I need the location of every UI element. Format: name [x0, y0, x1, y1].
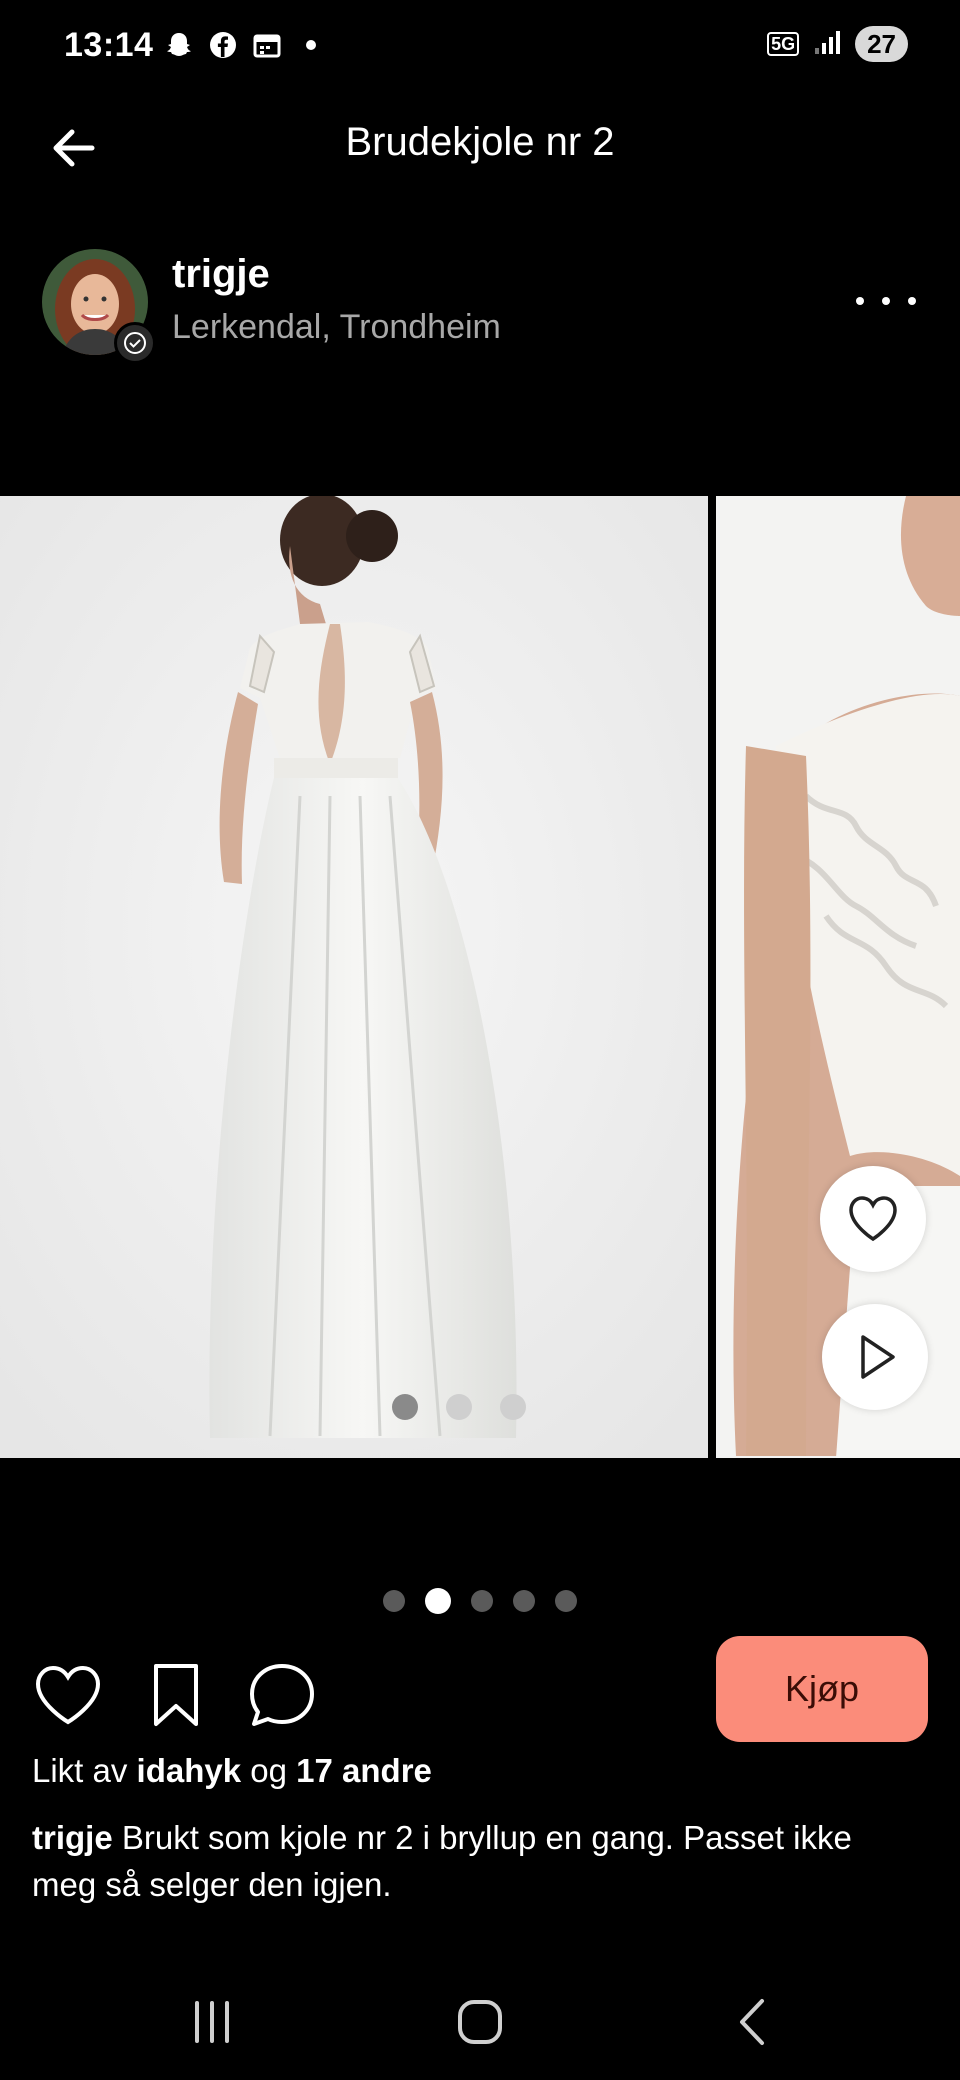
- battery-indicator: 27: [855, 26, 908, 62]
- dress-photo-lace-detail: [716, 496, 960, 1458]
- play-icon: [861, 1335, 895, 1379]
- pager-dot[interactable]: [513, 1590, 535, 1612]
- status-time: 13:14: [64, 26, 154, 64]
- comment-icon: [250, 1664, 314, 1726]
- likes-summary: Likt av idahyk og 17 andre: [32, 1752, 432, 1790]
- seller-username[interactable]: trigje: [172, 252, 270, 297]
- caption-text: Brukt som kjole nr 2 i bryllup en gang. …: [32, 1819, 852, 1903]
- recent-apps-button[interactable]: [172, 1992, 252, 2052]
- verified-badge-icon: [114, 322, 156, 364]
- carousel-pager[interactable]: [0, 1588, 960, 1614]
- bookmark-button[interactable]: [140, 1660, 212, 1732]
- buy-button[interactable]: Kjøp: [716, 1636, 928, 1742]
- likes-others-link[interactable]: 17 andre: [296, 1752, 432, 1789]
- like-button[interactable]: [32, 1660, 104, 1732]
- pager-dot[interactable]: [383, 1590, 405, 1612]
- notification-icons: [162, 28, 328, 62]
- pager-dot[interactable]: [471, 1590, 493, 1612]
- nav-back-icon: [740, 1999, 764, 2045]
- nav-back-button[interactable]: [712, 1992, 792, 2052]
- snapchat-icon: [162, 28, 196, 62]
- heart-icon: [35, 1665, 101, 1725]
- like-photo-button[interactable]: [820, 1166, 926, 1272]
- status-bar: 13:14 5G 27: [0, 0, 960, 92]
- pager-dot[interactable]: [555, 1590, 577, 1612]
- likes-user-link[interactable]: idahyk: [137, 1752, 242, 1789]
- pager-dot-active[interactable]: [425, 1588, 451, 1614]
- likes-joiner: og: [250, 1752, 287, 1789]
- likes-prefix: Likt av: [32, 1752, 128, 1789]
- listing-image-carousel[interactable]: [0, 496, 960, 1458]
- action-bar: Kjøp: [0, 1636, 960, 1746]
- more-notifications-dot-icon: [294, 28, 328, 62]
- seller-row: trigje Lerkendal, Trondheim: [0, 246, 960, 366]
- page-title: Brudekjole nr 2: [345, 120, 615, 164]
- caption-username[interactable]: trigje: [32, 1819, 113, 1856]
- system-status-icons: 5G 27: [767, 26, 908, 62]
- more-icon[interactable]: [856, 286, 916, 316]
- photo-embedded-dots: [392, 1394, 526, 1420]
- seller-location: Lerkendal, Trondheim: [172, 308, 501, 346]
- recent-apps-icon: [195, 2001, 229, 2043]
- home-icon: [458, 2000, 502, 2044]
- calendar-icon: [250, 28, 284, 62]
- system-navigation-bar: [0, 1970, 960, 2080]
- top-app-bar: Brudekjole nr 2: [0, 100, 960, 192]
- bookmark-icon: [154, 1664, 198, 1726]
- facebook-icon: [206, 28, 240, 62]
- play-video-button[interactable]: [822, 1304, 928, 1410]
- dress-photo-back-view: [0, 496, 708, 1458]
- heart-icon: [849, 1196, 897, 1242]
- signal-icon: [813, 28, 841, 61]
- comment-button[interactable]: [246, 1660, 318, 1732]
- network-type-label: 5G: [767, 32, 800, 56]
- listing-caption: trigje Brukt som kjole nr 2 i bryllup en…: [32, 1814, 912, 1908]
- home-button[interactable]: [440, 1992, 520, 2052]
